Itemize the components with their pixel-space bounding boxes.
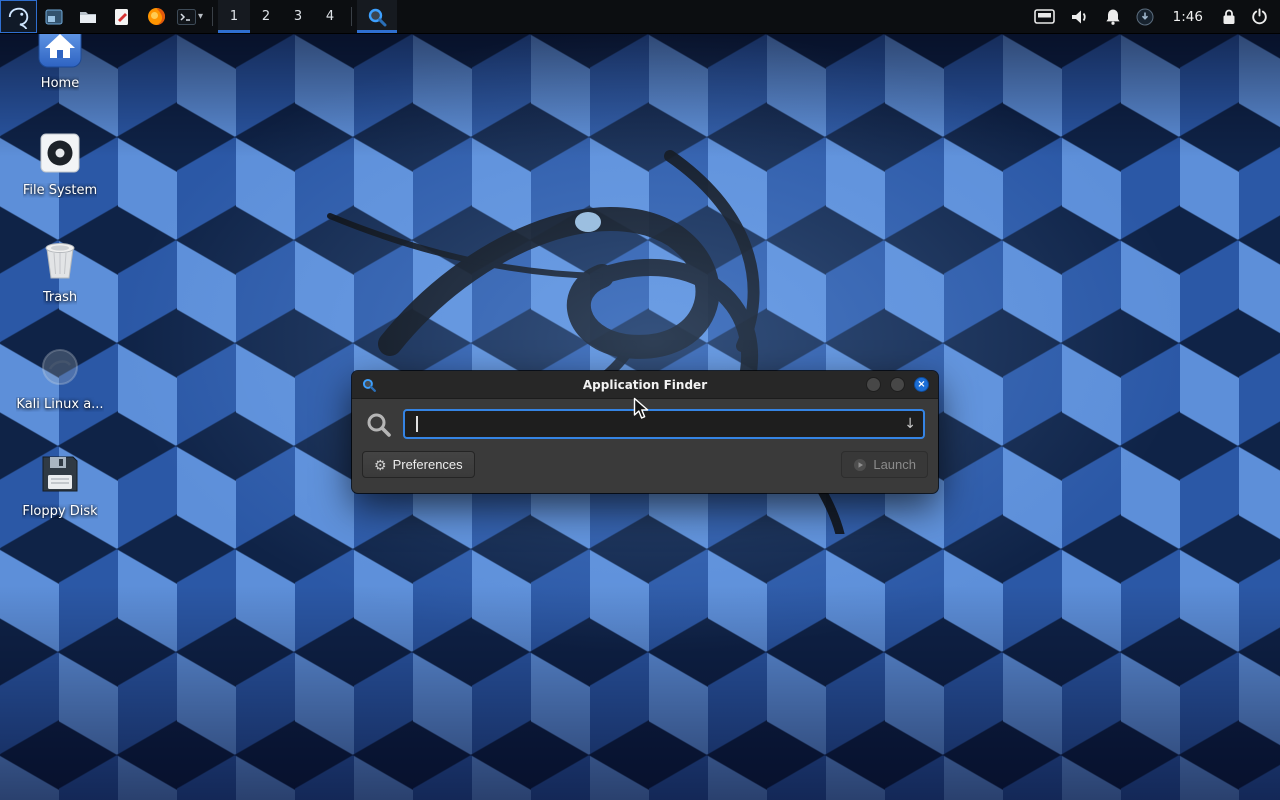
system-tray: 1:46 — [1022, 0, 1280, 33]
workspace-3[interactable]: 3 — [282, 0, 314, 33]
launch-button[interactable]: Launch — [841, 451, 928, 478]
desktop-icon-file-system[interactable]: File System — [8, 129, 112, 198]
desktop-icon-label: Kali Linux a... — [16, 397, 103, 412]
search-entry-wrap: ↓ — [403, 409, 925, 439]
search-icon — [365, 411, 392, 438]
button-row: ⚙ Preferences Launch — [352, 446, 938, 488]
workspace-1[interactable]: 1 — [218, 0, 250, 33]
lock-screen-icon[interactable] — [1222, 8, 1236, 25]
close-button[interactable]: × — [914, 377, 929, 392]
notifications-bell-icon[interactable] — [1105, 8, 1121, 25]
panel-clock[interactable]: 1:46 — [1169, 9, 1207, 25]
launcher-firefox[interactable] — [139, 0, 173, 33]
application-finder-window-icon — [361, 377, 377, 393]
kali-linux-icon — [36, 343, 84, 391]
entry-dropdown-icon[interactable]: ↓ — [904, 416, 916, 432]
workspace-2[interactable]: 2 — [250, 0, 282, 33]
workspace-4[interactable]: 4 — [314, 0, 346, 33]
desktop-icon-label: Trash — [43, 290, 77, 305]
maximize-button[interactable] — [890, 377, 905, 392]
kali-logo-icon — [7, 5, 31, 29]
launch-icon — [853, 458, 867, 472]
preferences-button-label: Preferences — [393, 457, 463, 472]
applications-menu-button[interactable] — [0, 0, 37, 33]
firefox-icon — [147, 7, 166, 26]
keyboard-icon[interactable] — [1034, 9, 1055, 24]
trash-icon — [36, 236, 84, 284]
top-panel: ▾ 1 2 3 4 — [0, 0, 1280, 34]
search-input[interactable] — [403, 409, 925, 439]
terminal-icon — [177, 9, 196, 25]
panel-separator — [351, 7, 352, 26]
desktop-icon-floppy-disk[interactable]: Floppy Disk — [8, 450, 112, 519]
logout-power-icon[interactable] — [1251, 8, 1268, 25]
launcher-window-manager[interactable] — [37, 0, 71, 33]
text-editor-icon — [114, 8, 130, 26]
desktop-icon-kali-linux[interactable]: Kali Linux a... — [8, 343, 112, 412]
desktop-icon-label: File System — [23, 183, 97, 198]
preferences-button[interactable]: ⚙ Preferences — [362, 451, 475, 478]
desktop-icon-label: Home — [41, 76, 79, 91]
launcher-file-manager[interactable] — [71, 0, 105, 33]
application-finder-window: Application Finder × ↓ ⚙ Preferences — [352, 371, 938, 493]
window-icon — [45, 8, 63, 26]
chevron-down-icon[interactable]: ▾ — [198, 12, 203, 22]
gear-icon: ⚙ — [374, 458, 387, 472]
file-system-icon — [36, 129, 84, 177]
status-network-icon[interactable] — [1136, 8, 1154, 26]
search-row: ↓ — [352, 399, 938, 446]
launcher-terminal[interactable]: ▾ — [173, 0, 207, 33]
floppy-disk-icon — [36, 450, 84, 498]
launcher-text-editor[interactable] — [105, 0, 139, 33]
file-manager-icon — [79, 9, 97, 25]
taskbar-application-finder[interactable] — [357, 0, 397, 33]
window-buttons: × — [866, 377, 929, 392]
launch-button-label: Launch — [873, 457, 916, 472]
panel-separator — [212, 7, 213, 26]
volume-icon[interactable] — [1070, 9, 1090, 25]
desktop-icon-column: Home File System Trash Kali Linux a... — [8, 22, 112, 519]
window-title: Application Finder — [352, 378, 938, 392]
application-finder-task-icon — [366, 6, 388, 28]
desktop-icon-label: Floppy Disk — [22, 504, 97, 519]
titlebar[interactable]: Application Finder × — [352, 371, 938, 399]
desktop-icon-trash[interactable]: Trash — [8, 236, 112, 305]
minimize-button[interactable] — [866, 377, 881, 392]
